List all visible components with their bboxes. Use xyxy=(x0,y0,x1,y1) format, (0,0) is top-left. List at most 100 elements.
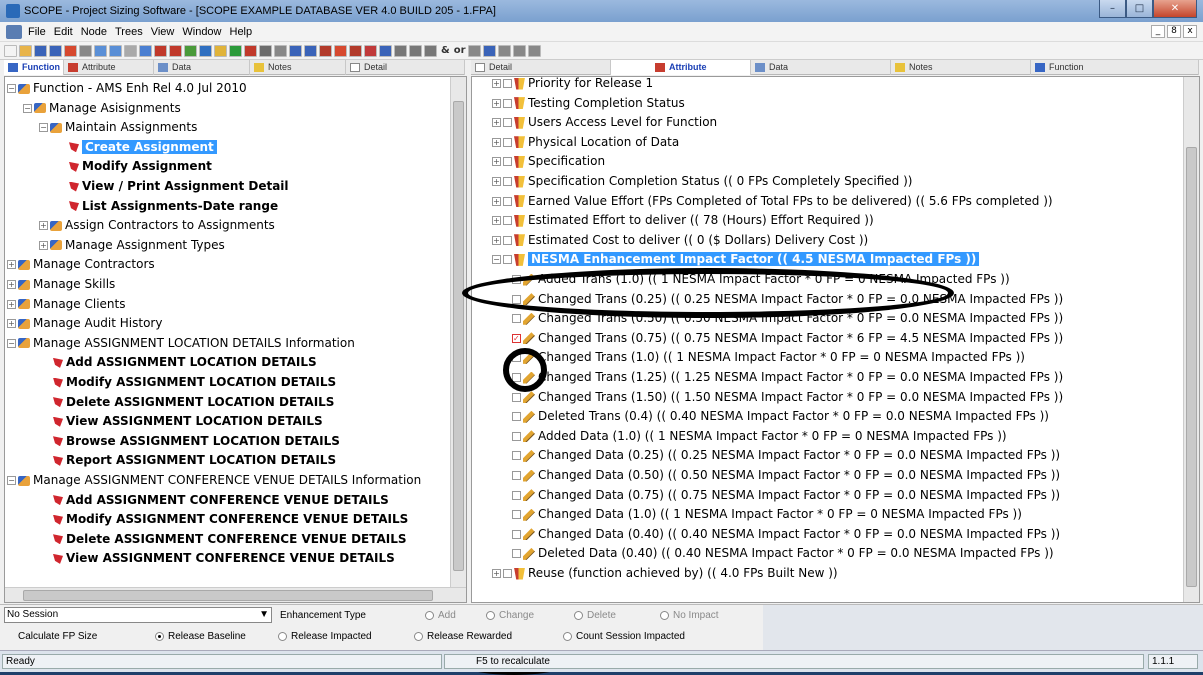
attribute-node[interactable]: + Priority for Release 1 xyxy=(492,77,653,93)
toolbar-button[interactable] xyxy=(49,44,62,57)
menu-node[interactable]: Node xyxy=(77,26,111,38)
radio-release-impacted[interactable]: Release Impacted xyxy=(278,631,372,642)
toolbar-button[interactable] xyxy=(394,44,407,57)
toolbar-button[interactable] xyxy=(424,44,437,57)
impact-factor-item[interactable]: ✓ Changed Trans (0.75) (( 0.75 NESMA Impa… xyxy=(512,329,1063,348)
toolbar-button[interactable] xyxy=(482,44,496,57)
expand-icon[interactable]: + xyxy=(39,240,48,250)
scroll-thumb[interactable] xyxy=(23,590,433,601)
node-checkbox[interactable] xyxy=(503,569,512,578)
tree-node[interactable]: List Assignments-Date range xyxy=(69,197,278,216)
tree-node[interactable]: Modify ASSIGNMENT CONFERENCE VENUE DETAI… xyxy=(53,510,408,529)
menu-trees[interactable]: Trees xyxy=(111,26,147,38)
toolbar-button[interactable] xyxy=(259,44,272,57)
expand-icon[interactable]: + xyxy=(492,118,501,128)
impact-factor-item[interactable]: Changed Data (0.75) (( 0.75 NESMA Impact… xyxy=(512,486,1060,505)
toolbar-button[interactable] xyxy=(4,44,17,57)
tree-node[interactable]: − Manage Asisignments xyxy=(23,99,181,118)
impact-checkbox[interactable] xyxy=(512,510,521,520)
collapse-icon[interactable]: − xyxy=(7,84,16,93)
impact-factor-item[interactable]: Changed Trans (1.0) (( 1 NESMA Impact Fa… xyxy=(512,348,1025,367)
toolbar-button[interactable] xyxy=(304,44,317,57)
radio-release-baseline[interactable]: Release Baseline xyxy=(155,631,246,642)
tree-node[interactable]: + Manage Assignment Types xyxy=(39,236,225,255)
impact-factor-item[interactable]: Added Data (1.0) (( 1 NESMA Impact Facto… xyxy=(512,427,1007,446)
attribute-node[interactable]: + Estimated Effort to deliver (( 78 (Hour… xyxy=(492,211,874,230)
toolbar-text[interactable]: & xyxy=(441,45,450,56)
toolbar-button[interactable] xyxy=(319,44,332,57)
expand-icon[interactable]: + xyxy=(7,319,16,329)
toolbar-button[interactable] xyxy=(379,44,392,57)
expand-icon[interactable]: + xyxy=(492,196,501,206)
tree-node[interactable]: Delete ASSIGNMENT CONFERENCE VENUE DETAI… xyxy=(53,530,407,549)
impact-checkbox[interactable] xyxy=(512,373,521,382)
impact-factor-item[interactable]: Changed Trans (0.50) (( 0.50 NESMA Impac… xyxy=(512,309,1063,328)
mdi-restore-button[interactable]: 8 xyxy=(1167,25,1181,38)
radio-change[interactable]: Change xyxy=(486,610,534,621)
collapse-icon[interactable]: − xyxy=(7,338,16,348)
toolbar-button[interactable] xyxy=(497,44,511,57)
toolbar-button[interactable] xyxy=(109,44,122,57)
menu-window[interactable]: Window xyxy=(178,26,225,38)
toolbar-button[interactable] xyxy=(527,44,541,57)
tab-function[interactable]: Function xyxy=(4,60,64,75)
toolbar-button[interactable] xyxy=(214,44,227,57)
tree-node[interactable]: Report ASSIGNMENT LOCATION DETAILS xyxy=(53,451,336,470)
node-checkbox[interactable] xyxy=(503,255,512,265)
impact-checkbox[interactable] xyxy=(512,294,521,304)
attribute-node[interactable]: + Users Access Level for Function xyxy=(492,113,717,132)
expand-icon[interactable]: + xyxy=(492,569,501,578)
radio-add[interactable]: Add xyxy=(425,610,456,621)
toolbar-button[interactable] xyxy=(409,44,422,57)
toolbar-button[interactable] xyxy=(334,44,347,57)
toolbar-button[interactable] xyxy=(289,44,302,57)
node-checkbox[interactable] xyxy=(503,157,512,167)
impact-factor-item[interactable]: Changed Data (1.0) (( 1 NESMA Impact Fac… xyxy=(512,505,1022,524)
node-checkbox[interactable] xyxy=(503,216,512,226)
scroll-thumb[interactable] xyxy=(453,101,464,571)
expand-icon[interactable]: + xyxy=(7,280,16,289)
menu-view[interactable]: View xyxy=(147,26,179,38)
impact-factor-item[interactable]: Changed Trans (1.25) (( 1.25 NESMA Impac… xyxy=(512,368,1063,387)
expand-icon[interactable]: + xyxy=(492,137,501,147)
toolbar-button[interactable] xyxy=(184,44,197,57)
tab-notes-right[interactable]: Notes xyxy=(891,60,1031,75)
impact-factor-item[interactable]: Changed Trans (1.50) (( 1.50 NESMA Impac… xyxy=(512,388,1063,407)
expand-icon[interactable]: + xyxy=(7,299,16,309)
toolbar-button[interactable] xyxy=(94,44,107,57)
attribute-node[interactable]: + Earned Value Effort (FPs Completed of T… xyxy=(492,192,1053,211)
scroll-thumb[interactable] xyxy=(1186,147,1197,587)
toolbar-button[interactable] xyxy=(64,44,77,57)
toolbar-button[interactable] xyxy=(79,44,92,57)
tab-notes[interactable]: Notes xyxy=(250,60,346,75)
left-horizontal-scrollbar[interactable] xyxy=(5,587,466,602)
tab-detail-right[interactable]: Detail xyxy=(471,60,611,75)
impact-checkbox[interactable] xyxy=(512,471,521,480)
impact-checkbox[interactable] xyxy=(512,314,521,324)
tree-node[interactable]: + Manage Contractors xyxy=(7,255,155,274)
impact-factor-item[interactable]: Changed Data (0.25) (( 0.25 NESMA Impact… xyxy=(512,446,1060,465)
node-checkbox[interactable] xyxy=(503,79,512,88)
impact-checkbox[interactable] xyxy=(512,549,521,559)
impact-factor-item[interactable]: Deleted Data (0.40) (( 0.40 NESMA Impact… xyxy=(512,544,1054,563)
menu-edit[interactable]: Edit xyxy=(50,26,77,38)
tree-node[interactable]: − Manage ASSIGNMENT CONFERENCE VENUE DETA… xyxy=(7,471,421,490)
menu-help[interactable]: Help xyxy=(226,26,257,38)
checked-checkbox[interactable]: ✓ xyxy=(512,333,521,343)
expand-icon[interactable]: + xyxy=(492,235,501,245)
tree-node[interactable]: + Manage Audit History xyxy=(7,314,162,333)
radio-release-rewarded[interactable]: Release Rewarded xyxy=(414,631,512,642)
tree-node[interactable]: View ASSIGNMENT LOCATION DETAILS xyxy=(53,412,323,431)
expand-icon[interactable]: + xyxy=(492,79,501,88)
collapse-icon[interactable]: − xyxy=(23,103,32,113)
tab-data-right[interactable]: Data xyxy=(751,60,891,75)
toolbar-text[interactable]: or xyxy=(454,45,466,56)
expand-icon[interactable]: + xyxy=(7,260,16,270)
collapse-icon[interactable]: − xyxy=(492,255,501,265)
attribute-node[interactable]: − NESMA Enhancement Impact Factor (( 4.5 … xyxy=(492,250,980,269)
tree-node[interactable]: View / Print Assignment Detail xyxy=(69,177,289,196)
node-checkbox[interactable] xyxy=(503,98,512,108)
toolbar-button[interactable] xyxy=(244,44,257,57)
tree-node[interactable]: Add ASSIGNMENT LOCATION DETAILS xyxy=(53,353,317,372)
attribute-node[interactable]: + Specification Completion Status (( 0 FP… xyxy=(492,172,912,191)
